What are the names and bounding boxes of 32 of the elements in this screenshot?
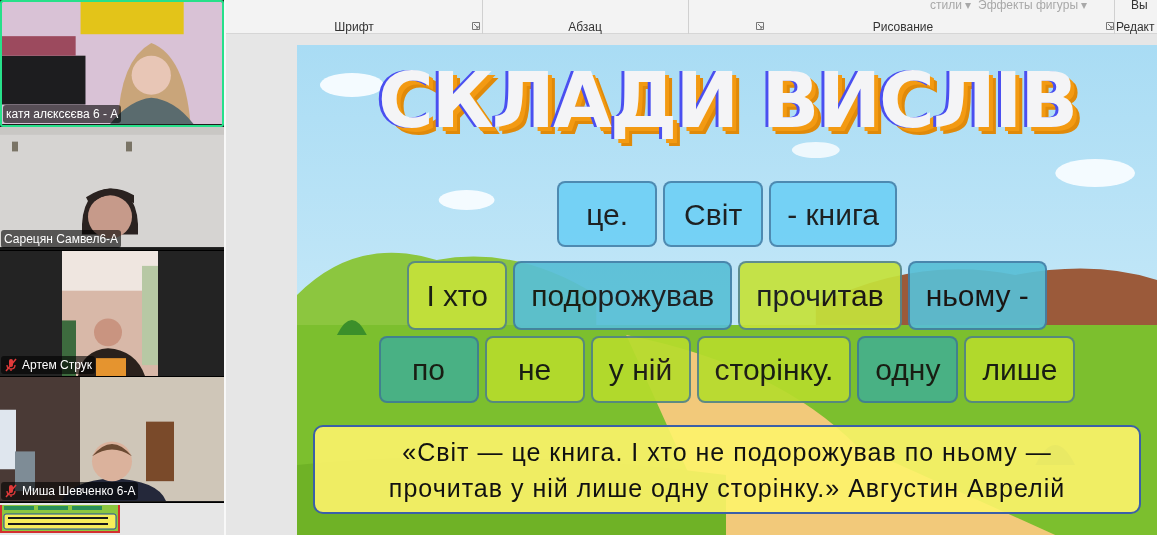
dialog-launcher-icon[interactable] [1106,22,1114,30]
ribbon-group-label: Шрифт [333,19,375,36]
word-tile[interactable]: - книга [769,181,897,247]
video-tile[interactable]: катя алєксєєва 6 - А [0,0,224,127]
dialog-launcher-icon[interactable] [756,22,764,30]
word-tile[interactable]: сторінку. [696,336,852,403]
slide-thumbnail[interactable] [0,505,120,533]
word-tile[interactable]: одну [857,336,959,403]
ribbon-button[interactable]: Вы [1131,0,1148,14]
video-tile[interactable]: Сарецян Самвел6-А [0,127,224,251]
participant-name: Сарецян Самвел6-А [4,231,119,248]
participant-name: Артем Струк [22,357,92,374]
word-tile[interactable]: по [378,336,479,403]
video-tile[interactable]: Артем Струк [0,251,224,377]
ribbon-group-label: Редакт [1116,19,1155,36]
word-tile[interactable]: І хто [407,261,508,330]
participant-name: Миша Шевченко 6-А [22,483,136,500]
participant-name: катя алєксєєва 6 - А [6,106,119,123]
slide-title: СКЛАДИ ВИСЛІВ [377,55,1077,147]
word-tile[interactable]: подорожував [513,261,733,330]
ribbon-group-label: Рисование [871,19,935,36]
word-tile[interactable]: це. [557,181,658,247]
video-tile[interactable]: Миша Шевченко 6-А [0,377,224,503]
word-tile[interactable]: Світ [663,181,764,247]
quote-text: «Світ — це книга. І хто не подорожував по ньому — прочитав у ній лише одну сторінку.» Августин Аврелій [313,425,1141,514]
dialog-launcher-icon[interactable] [472,22,480,30]
word-tile[interactable]: у ній [590,336,691,403]
word-tile[interactable]: ньому - [907,261,1047,330]
word-tile[interactable]: не [484,336,585,403]
word-tile[interactable]: лише [964,336,1076,403]
ribbon-group-label: Абзац [567,19,603,36]
word-tile[interactable]: прочитав [738,261,902,330]
